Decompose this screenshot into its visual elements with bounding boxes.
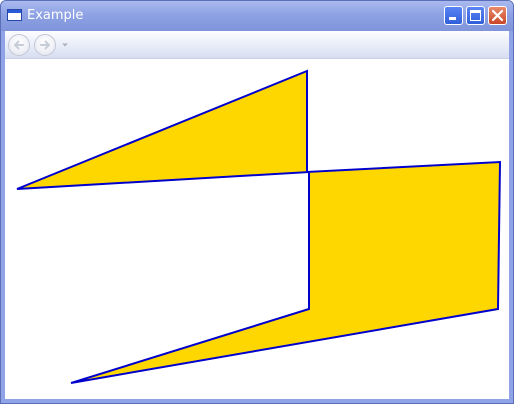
chevron-down-icon[interactable] (61, 41, 69, 49)
app-window: Example (0, 0, 514, 404)
title-bar[interactable]: Example (1, 1, 513, 31)
forward-button[interactable] (34, 34, 56, 56)
maximize-button[interactable] (466, 6, 485, 25)
navigation-bar (5, 31, 509, 59)
minimize-button[interactable] (444, 6, 463, 25)
back-arrow-icon (14, 40, 24, 50)
minimize-icon (449, 17, 456, 20)
polygon-shape (16, 69, 502, 384)
maximize-icon (470, 10, 481, 21)
window-icon (7, 9, 22, 21)
forward-arrow-icon (40, 40, 50, 50)
close-button[interactable] (488, 6, 507, 25)
window-content (5, 31, 509, 399)
close-icon (491, 9, 504, 22)
window-title: Example (27, 8, 84, 23)
back-button[interactable] (8, 34, 30, 56)
drawing-canvas (16, 69, 502, 384)
